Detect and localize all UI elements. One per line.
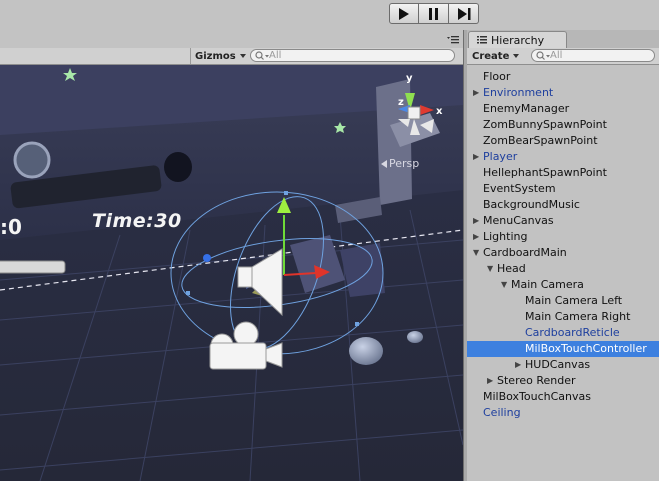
list-icon [477,36,487,44]
hud-score-text: :0 [0,215,22,239]
health-bar [0,260,66,274]
hierarchy-item-label: HellephantSpawnPoint [483,166,607,179]
hierarchy-item-label: Player [483,150,518,163]
axis-z-label: z [398,97,404,108]
hierarchy-item-label: CardboardReticle [525,326,620,339]
hierarchy-item-label: MilBoxTouchController [525,342,647,355]
pause-icon [428,7,438,20]
hierarchy-item[interactable]: ▼ Main Camera [467,277,659,293]
expand-arrow-icon[interactable]: ▼ [473,245,479,261]
hierarchy-item[interactable]: ZomBunnySpawnPoint [467,117,659,133]
dropdown-arrow-icon [513,54,520,58]
hierarchy-item[interactable]: MilBoxTouchController [467,341,659,357]
hierarchy-item-label: EnemyManager [483,102,570,115]
create-label: Create [472,50,510,62]
hierarchy-item[interactable]: ▶ Player [467,149,659,165]
panel-menu-icon[interactable] [447,36,459,44]
expand-arrow-icon[interactable]: ▼ [487,261,493,277]
hierarchy-item[interactable]: ▶ Stereo Render [467,373,659,389]
hierarchy-item[interactable]: ▶ Lighting [467,229,659,245]
step-button[interactable] [449,3,479,24]
scene-toolbar: Gizmos All [0,48,463,65]
hierarchy-item-label: Main Camera Right [525,310,631,323]
hierarchy-item-label: Lighting [483,230,528,243]
collapse-arrow-icon[interactable]: ▶ [473,213,479,229]
hierarchy-item[interactable]: ▶ HUDCanvas [467,357,659,373]
hierarchy-item-label: ZomBearSpawnPoint [483,134,598,147]
hierarchy-item-label: MenuCanvas [483,214,554,227]
hierarchy-item[interactable]: Main Camera Left [467,293,659,309]
hierarchy-search-placeholder: All [550,50,563,61]
hierarchy-item[interactable]: Ceiling [467,405,659,421]
hierarchy-tab-row: Hierarchy [467,30,659,48]
scene-search-input[interactable]: All [250,49,455,62]
hierarchy-item-label: ZomBunnySpawnPoint [483,118,607,131]
hierarchy-item-label: CardboardMain [483,246,567,259]
hierarchy-item-label: HUDCanvas [525,358,591,371]
search-icon [536,50,550,60]
tab-hierarchy[interactable]: Hierarchy [468,31,567,48]
hierarchy-item[interactable]: ▼ CardboardMain [467,245,659,261]
hierarchy-item-label: Head [497,262,526,275]
hierarchy-tree: Floor ▶ Environment EnemyManager ZomBunnySpa… [467,65,659,481]
pause-button[interactable] [419,3,449,24]
persp-view-label[interactable]: Persp [389,157,419,170]
hierarchy-item[interactable]: ▶ Environment [467,85,659,101]
hierarchy-item[interactable]: EventSystem [467,181,659,197]
hierarchy-item[interactable]: ▼ Head [467,261,659,277]
expand-arrow-icon[interactable]: ▼ [501,277,507,293]
scene-viewport[interactable]: y x z :0 Time:30 [0,65,463,481]
gizmos-dropdown[interactable]: Gizmos [190,48,250,64]
hierarchy-item-label: Floor [483,70,511,83]
hierarchy-item-label: Stereo Render [497,374,576,387]
scene-tab-row [0,30,463,48]
play-button[interactable] [389,3,419,24]
hierarchy-item[interactable]: Main Camera Right [467,309,659,325]
collapse-arrow-icon[interactable]: ▶ [473,149,479,165]
collapse-arrow-icon[interactable]: ▶ [515,357,521,373]
dropdown-arrow-icon [239,54,246,58]
hierarchy-item-label: Main Camera Left [525,294,623,307]
axis-y-label: y [406,73,413,84]
hierarchy-tab-label: Hierarchy [491,33,545,47]
hierarchy-item[interactable]: BackgroundMusic [467,197,659,213]
hierarchy-toolbar: Create All [467,48,659,65]
hierarchy-item-label: Ceiling [483,406,521,419]
hierarchy-item-label: MilBoxTouchCanvas [483,390,591,403]
hierarchy-item[interactable]: ZomBearSpawnPoint [467,133,659,149]
collapse-arrow-icon[interactable]: ▶ [473,229,479,245]
playback-controls [389,3,479,25]
search-icon [255,50,269,60]
scene-search-placeholder: All [269,50,282,61]
step-icon [457,7,470,20]
hierarchy-item[interactable]: MilBoxTouchCanvas [467,389,659,405]
create-dropdown[interactable]: Create [472,48,520,64]
hierarchy-item[interactable]: ▶ MenuCanvas [467,213,659,229]
hierarchy-item[interactable]: Floor [467,69,659,85]
hierarchy-item-label: Main Camera [511,278,584,291]
collapse-arrow-icon[interactable]: ▶ [473,85,479,101]
hierarchy-item-label: Environment [483,86,554,99]
main-toolbar [0,0,659,30]
hud-time-text: Time:30 [92,210,182,232]
hierarchy-item-label: EventSystem [483,182,556,195]
hierarchy-item[interactable]: HellephantSpawnPoint [467,165,659,181]
axis-x-label: x [436,106,443,117]
hierarchy-search-input[interactable]: All [531,49,655,62]
hierarchy-item[interactable]: CardboardReticle [467,325,659,341]
collapse-arrow-icon[interactable]: ▶ [487,373,493,389]
scene-canvas: y x z [0,65,463,481]
hierarchy-item-label: BackgroundMusic [483,198,580,211]
hierarchy-item[interactable]: EnemyManager [467,101,659,117]
play-icon [399,7,409,20]
gizmos-label: Gizmos [195,50,236,62]
